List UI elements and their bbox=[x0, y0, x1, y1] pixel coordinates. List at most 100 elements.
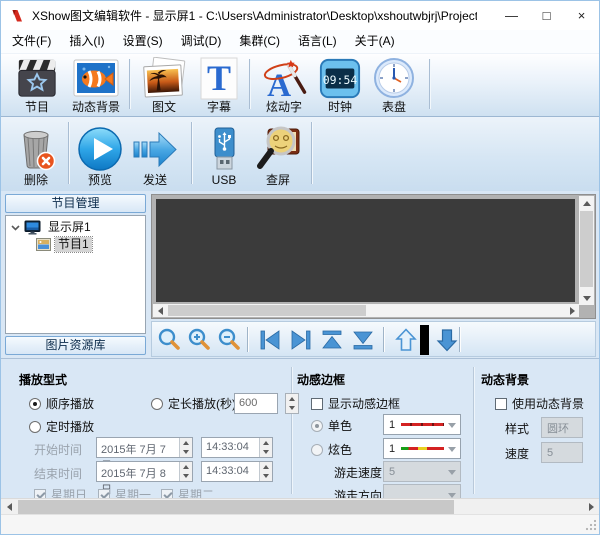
horizontal-scroll-thumb[interactable] bbox=[168, 305, 366, 316]
weekday-tuesday-checkbox[interactable]: 星期二 bbox=[161, 486, 214, 498]
go-first-button[interactable] bbox=[256, 326, 284, 354]
menu-about[interactable]: 关于(A) bbox=[346, 30, 404, 53]
toolbar-dazzle-text-button[interactable]: A 炫动字 bbox=[255, 57, 313, 114]
delete-button[interactable]: 删除 bbox=[9, 124, 63, 187]
scroll-left-icon[interactable] bbox=[1, 499, 17, 514]
vertical-scroll-thumb[interactable] bbox=[580, 211, 593, 287]
panel-scroll-thumb[interactable] bbox=[18, 500, 454, 514]
radio-icon[interactable] bbox=[29, 398, 41, 410]
menubar: 文件(F) 插入(I) 设置(S) 调试(D) 集群(C) 语言(L) 关于(A… bbox=[1, 30, 599, 54]
use-background-checkbox[interactable]: 使用动态背景 bbox=[495, 395, 584, 412]
checkbox-icon[interactable] bbox=[161, 489, 173, 499]
start-time-picker[interactable]: 14:33:04 bbox=[201, 437, 273, 458]
checkbox-icon[interactable] bbox=[98, 489, 110, 499]
walk-speed-combo[interactable]: 5 bbox=[383, 461, 461, 482]
preview-horizontal-scrollbar[interactable] bbox=[153, 304, 579, 317]
program-manager-header[interactable]: 节目管理 bbox=[5, 194, 146, 213]
go-last-button[interactable] bbox=[287, 326, 315, 354]
menu-cluster[interactable]: 集群(C) bbox=[230, 30, 289, 53]
radio-timed-play[interactable]: 定时播放 bbox=[29, 418, 94, 435]
toolbar-program-button[interactable]: 节目 bbox=[9, 57, 65, 114]
checkbox-icon[interactable] bbox=[311, 398, 323, 410]
close-button[interactable]: × bbox=[564, 1, 599, 30]
tree-node-display[interactable]: 显示屏1 bbox=[6, 219, 145, 236]
radio-multi-color[interactable]: 炫色 bbox=[311, 441, 352, 458]
send-button[interactable]: 发送 bbox=[128, 124, 182, 187]
zoom-in-button[interactable] bbox=[185, 326, 213, 354]
chevron-down-icon[interactable] bbox=[11, 225, 20, 231]
playback-section-title: 播放型式 bbox=[19, 371, 67, 388]
minimize-button[interactable]: — bbox=[494, 1, 529, 30]
radio-single-color[interactable]: 单色 bbox=[311, 417, 352, 434]
preview-button[interactable]: 预览 bbox=[73, 124, 127, 187]
maximize-button[interactable]: □ bbox=[529, 1, 564, 30]
radio-fixed-length-play[interactable]: 定长播放(秒) bbox=[151, 395, 236, 412]
move-up-button[interactable] bbox=[392, 326, 420, 354]
end-time-picker[interactable]: 14:33:04 bbox=[201, 461, 273, 482]
show-border-checkbox[interactable]: 显示动感边框 bbox=[311, 395, 400, 412]
single-color-combo[interactable]: 1 bbox=[383, 414, 461, 435]
bg-speed-combo[interactable]: 5 bbox=[541, 442, 583, 463]
menu-debug[interactable]: 调试(D) bbox=[172, 30, 231, 53]
end-date-picker[interactable]: 2015年 7月 8日 bbox=[96, 461, 193, 482]
spin-down-icon[interactable] bbox=[286, 404, 298, 414]
use-background-label: 使用动态背景 bbox=[512, 395, 584, 412]
arrow-down-icon bbox=[434, 327, 460, 353]
toolbar-graphics-button[interactable]: 图文 bbox=[135, 57, 193, 114]
date-spinner[interactable] bbox=[179, 462, 192, 481]
radio-icon[interactable] bbox=[311, 444, 323, 456]
scroll-left-icon[interactable] bbox=[153, 304, 167, 317]
tree-node-program-label[interactable]: 节目1 bbox=[55, 237, 92, 252]
time-spinner[interactable] bbox=[259, 462, 272, 481]
toolbar-program-label: 节目 bbox=[25, 100, 49, 114]
toolbar-separator bbox=[249, 59, 250, 109]
scroll-down-icon[interactable] bbox=[579, 291, 594, 305]
tree-node-display-label[interactable]: 显示屏1 bbox=[45, 220, 94, 235]
resize-grip-icon[interactable] bbox=[585, 519, 597, 531]
radio-icon[interactable] bbox=[29, 421, 41, 433]
move-bottom-button[interactable] bbox=[349, 326, 377, 354]
toolbar-subtitle-button[interactable]: T 字幕 bbox=[194, 57, 244, 114]
radio-icon[interactable] bbox=[151, 398, 163, 410]
zoom-out-button[interactable] bbox=[215, 326, 243, 354]
magnifier-plus-icon bbox=[186, 327, 212, 353]
checkbox-icon[interactable] bbox=[495, 398, 507, 410]
usb-button[interactable]: USB bbox=[197, 124, 251, 187]
preview-canvas[interactable] bbox=[156, 199, 575, 302]
radio-icon[interactable] bbox=[311, 420, 323, 432]
zoom-reset-button[interactable] bbox=[155, 326, 183, 354]
toolbar-dynamic-background-button[interactable]: 动态背景 bbox=[65, 57, 127, 114]
fixed-seconds-input[interactable]: 600 bbox=[234, 393, 278, 414]
move-top-button[interactable] bbox=[318, 326, 346, 354]
program-item-icon bbox=[36, 238, 51, 251]
weekday-monday-checkbox[interactable]: 星期一 bbox=[98, 486, 151, 498]
weekday-sunday-checkbox[interactable]: 星期日 bbox=[34, 486, 87, 498]
screen-check-button[interactable]: 查屏 bbox=[251, 124, 305, 187]
start-date-picker[interactable]: 2015年 7月 7日 bbox=[96, 437, 193, 458]
scroll-up-icon[interactable] bbox=[579, 196, 594, 210]
menu-insert[interactable]: 插入(I) bbox=[60, 30, 113, 53]
image-library-button[interactable]: 图片资源库 bbox=[5, 336, 146, 355]
play-preview-icon bbox=[76, 126, 124, 173]
menu-language[interactable]: 语言(L) bbox=[289, 30, 346, 53]
walk-direction-combo[interactable] bbox=[383, 484, 461, 498]
fixed-seconds-spinner[interactable] bbox=[285, 393, 299, 414]
radio-sequential-play[interactable]: 顺序播放 bbox=[29, 395, 94, 412]
tree-node-program[interactable]: 节目1 bbox=[6, 236, 145, 253]
menu-file[interactable]: 文件(F) bbox=[3, 30, 60, 53]
multi-color-combo[interactable]: 1 bbox=[383, 438, 461, 459]
scroll-right-icon[interactable] bbox=[583, 499, 599, 514]
style-combo[interactable]: 圆环 bbox=[541, 417, 583, 438]
move-down-button[interactable] bbox=[433, 326, 461, 354]
toolbar-dial-button[interactable]: 表盘 bbox=[368, 57, 420, 114]
panel-horizontal-scrollbar[interactable] bbox=[1, 498, 599, 514]
date-spinner[interactable] bbox=[179, 438, 192, 457]
preview-vertical-scrollbar[interactable] bbox=[579, 196, 594, 305]
menu-settings[interactable]: 设置(S) bbox=[114, 30, 172, 53]
scroll-right-icon[interactable] bbox=[565, 304, 579, 317]
checkbox-icon[interactable] bbox=[34, 489, 46, 499]
spin-up-icon[interactable] bbox=[286, 394, 298, 404]
time-spinner[interactable] bbox=[259, 438, 272, 457]
toolbar-subtitle-label: 字幕 bbox=[207, 100, 231, 114]
toolbar-clock-button[interactable]: 09:54 时钟 bbox=[313, 57, 367, 114]
